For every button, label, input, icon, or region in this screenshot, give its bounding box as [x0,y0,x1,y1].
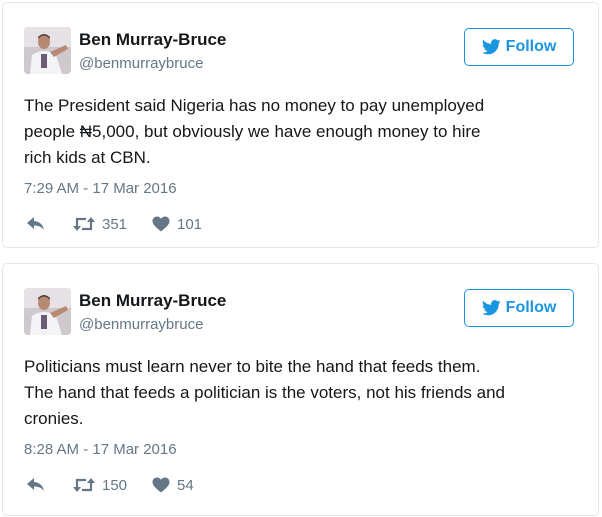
follow-label: Follow [505,299,557,316]
tweet-text-line: Politicians must learn never to bite the… [24,357,481,376]
like-count: 101 [177,215,203,233]
retweet-count: 351 [102,215,128,233]
like-button[interactable]: 101 [152,214,202,234]
tweet-text-line: rich kids at CBN. [24,148,151,167]
retweet-count: 150 [102,476,128,494]
author-name[interactable]: Ben Murray-Bruce [79,291,226,311]
heart-icon [152,216,170,232]
like-count: 54 [177,476,194,494]
retweet-icon [73,217,95,231]
retweet-button[interactable]: 351 [73,214,127,234]
reply-icon [27,217,44,230]
like-button[interactable]: 54 [152,475,194,495]
tweet-text-line: cronies. [24,409,84,428]
tweet-card[interactable]: Ben Murray-Bruce @benmurraybruce Follow … [2,2,599,248]
tweet-timestamp[interactable]: 8:28 AM - 17 Mar 2016 [24,441,177,458]
follow-button[interactable]: Follow [464,289,574,327]
tweet-card[interactable]: Ben Murray-Bruce @benmurraybruce Follow … [2,263,599,516]
reply-button[interactable] [26,214,46,234]
reply-icon [27,478,44,491]
tweet-text: Politicians must learn never to bite the… [24,354,584,432]
retweet-button[interactable]: 150 [73,475,127,495]
retweet-icon [73,478,95,492]
twitter-bird-icon [481,300,501,316]
avatar[interactable] [24,27,71,74]
avatar[interactable] [24,288,71,335]
author-name[interactable]: Ben Murray-Bruce [79,30,226,50]
tweet-text-line: The hand that feeds a politician is the … [24,383,506,402]
reply-button[interactable] [26,475,46,495]
twitter-bird-icon [481,39,501,55]
follow-button[interactable]: Follow [464,28,574,66]
heart-icon [152,477,170,493]
author-handle[interactable]: @benmurraybruce [79,316,203,333]
tweet-text-line: people ₦5,000, but obviously we have eno… [24,122,481,141]
tweet-text-line: The President said Nigeria has no money … [24,96,485,115]
author-handle[interactable]: @benmurraybruce [79,55,203,72]
tweet-timestamp[interactable]: 7:29 AM - 17 Mar 2016 [24,180,177,197]
tweet-text: The President said Nigeria has no money … [24,93,584,171]
follow-label: Follow [505,38,557,55]
